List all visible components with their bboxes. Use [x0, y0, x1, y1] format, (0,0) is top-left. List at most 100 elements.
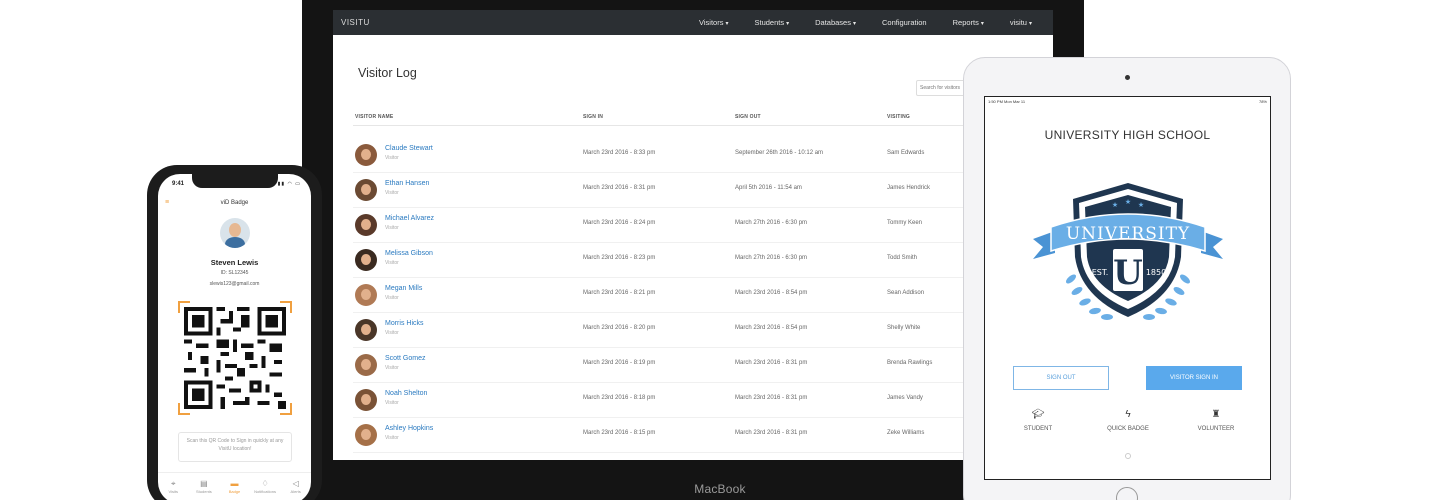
visitor-name-link[interactable]: Melissa Gibson [385, 250, 433, 257]
sign-out-time: April 5th 2016 - 11:54 am [735, 185, 802, 191]
nav-reports[interactable]: Reports ▾ [940, 18, 997, 27]
nav-databases-label: Databases [815, 18, 851, 27]
qr-hint-text: Scan this QR Code to Sign in quickly at … [178, 432, 292, 462]
option-volunteer[interactable]: ♜ VOLUNTEER [1186, 409, 1246, 432]
table-row[interactable]: Melissa Gibson Visitor March 23rd 2016 -… [353, 243, 1053, 278]
avatar [355, 319, 377, 341]
visitor-name-link[interactable]: Michael Alvarez [385, 215, 434, 222]
nav-account[interactable]: visitu ▾ [997, 18, 1045, 27]
table-row[interactable]: Scott Gomez Visitor March 23rd 2016 - 8:… [353, 348, 1053, 383]
option-label: VOLUNTEER [1197, 426, 1235, 432]
visitor-name-link[interactable]: Megan Mills [385, 285, 422, 292]
nav-databases[interactable]: Databases ▾ [802, 18, 869, 27]
card-icon: ▤ [200, 479, 208, 488]
svg-text:★: ★ [1138, 201, 1144, 209]
table-header: VISITOR NAME SIGN IN SIGN OUT VISITING [353, 114, 1053, 126]
sign-in-time: March 23rd 2016 - 8:23 pm [583, 255, 656, 261]
sign-out-time: September 26th 2016 - 10:12 am [735, 150, 824, 156]
option-quick-badge[interactable]: ϟ QUICK BADGE [1098, 409, 1158, 432]
visiting-name: Todd Smith [887, 255, 918, 261]
crest-year: 1850 [1146, 268, 1166, 277]
user-id: ID: SL12345 [220, 270, 249, 276]
nav-students[interactable]: Students ▾ [741, 18, 802, 27]
visitor-name-link[interactable]: Ashley Hopkins [385, 425, 433, 432]
svg-text:★: ★ [1112, 201, 1118, 209]
crest-banner-text: UNIVERSITY [1066, 224, 1190, 244]
sign-in-time: March 23rd 2016 - 8:33 pm [583, 150, 656, 156]
sign-out-time: March 27th 2016 - 6:30 pm [735, 255, 808, 261]
top-navbar: VISITU Visitors ▾ Students ▾ Databases ▾ Co… [333, 10, 1053, 35]
page-indicator-dot [1125, 453, 1131, 459]
phone-notch [192, 174, 278, 188]
visitor-type: Visitor [385, 155, 399, 161]
nav-menu: Visitors ▾ Students ▾ Databases ▾ Configura… [686, 18, 1045, 27]
chevron-down-icon: ▾ [980, 21, 984, 27]
sign-in-time: March 23rd 2016 - 8:20 pm [583, 325, 656, 331]
col-visitor-name[interactable]: VISITOR NAME [355, 114, 393, 120]
table-row[interactable]: Noah Shelton Visitor March 23rd 2016 - 8… [353, 383, 1053, 418]
visiting-name: Sam Edwards [887, 150, 925, 156]
visitor-type: Visitor [385, 190, 399, 196]
nav-configuration-label: Configuration [881, 18, 927, 27]
laptop-screen: VISITU Visitors ▾ Students ▾ Databases ▾ Co… [333, 10, 1053, 460]
sign-out-time: March 23rd 2016 - 8:54 pm [735, 325, 808, 331]
table-row[interactable]: Ashley Hopkins Visitor March 23rd 2016 -… [353, 418, 1053, 453]
pin-icon: ⌖ [171, 479, 176, 488]
visitor-name-link[interactable]: Ethan Hansen [385, 180, 429, 187]
visitor-table: VISITOR NAME SIGN IN SIGN OUT VISITING C… [353, 114, 1053, 453]
visitor-sign-in-button[interactable]: VISITOR SIGN IN [1146, 366, 1242, 390]
tab-label: Alerts [290, 489, 301, 494]
nav-visitors[interactable]: Visitors ▾ [686, 18, 741, 27]
trophy-icon: ♜ [1211, 409, 1221, 420]
visitor-type: Visitor [385, 435, 399, 441]
sign-out-button[interactable]: SIGN OUT [1013, 366, 1109, 390]
col-sign-out[interactable]: SIGN OUT [735, 114, 761, 120]
phone-screen: 9:41 ▮▮ ◠ ▭ ≡ viD Badge Steven Lewis ID:… [158, 174, 311, 500]
table-row[interactable]: Claude Stewart Visitor March 23rd 2016 -… [353, 138, 1053, 173]
visitor-name-link[interactable]: Scott Gomez [385, 355, 425, 362]
option-label: STUDENT [1023, 426, 1053, 432]
school-crest-logo: ★ ★ ★ UNIVERSITY U EST. 1850 [1033, 183, 1223, 320]
visitor-type: Visitor [385, 225, 399, 231]
brand-logo[interactable]: VISITU [341, 18, 370, 27]
visiting-name: Shelly White [887, 325, 921, 331]
col-sign-in[interactable]: SIGN IN [583, 114, 603, 120]
tab-label: Students [195, 489, 212, 494]
visitor-name-link[interactable]: Morris Hicks [385, 320, 424, 327]
nav-account-label: visitu [1009, 18, 1027, 27]
tab-visits[interactable]: ⌖ Visits [159, 479, 187, 494]
visitor-type: Visitor [385, 295, 399, 301]
tab-students[interactable]: ▤ Students [190, 479, 218, 494]
nav-students-label: Students [754, 18, 785, 27]
bell-icon: ♢ [261, 479, 269, 488]
col-visiting[interactable]: VISITING [887, 114, 910, 120]
sign-in-time: March 23rd 2016 - 8:18 pm [583, 395, 656, 401]
sign-out-time: March 23rd 2016 - 8:31 pm [735, 430, 808, 436]
visitor-name-link[interactable]: Claude Stewart [385, 145, 433, 152]
visitor-type: Visitor [385, 365, 399, 371]
tab-badge[interactable]: ▬ Badge [220, 479, 248, 494]
visiting-name: Brenda Rawlings [887, 360, 933, 366]
graduation-cap-icon: 🎓︎ [1031, 409, 1045, 420]
visitor-type: Visitor [385, 400, 399, 406]
table-row[interactable]: Morris Hicks Visitor March 23rd 2016 - 8… [353, 313, 1053, 348]
visiting-name: Zeke Williams [887, 430, 925, 436]
sign-out-time: March 23rd 2016 - 8:31 pm [735, 395, 808, 401]
visiting-name: Sean Addison [887, 290, 925, 296]
tab-alerts[interactable]: ◁ Alerts [282, 479, 310, 494]
sign-out-time: March 27th 2016 - 6:30 pm [735, 220, 808, 226]
table-row[interactable]: Michael Alvarez Visitor March 23rd 2016 … [353, 208, 1053, 243]
sign-in-time: March 23rd 2016 - 8:31 pm [583, 185, 656, 191]
avatar [355, 389, 377, 411]
table-row[interactable]: Ethan Hansen Visitor March 23rd 2016 - 8… [353, 173, 1053, 208]
option-student[interactable]: 🎓︎ STUDENT [1008, 409, 1068, 432]
table-row[interactable]: Megan Mills Visitor March 23rd 2016 - 8:… [353, 278, 1053, 313]
svg-text:★: ★ [1125, 198, 1131, 206]
tab-notifications[interactable]: ♢ Notifications [251, 479, 279, 494]
visitor-name-link[interactable]: Noah Shelton [385, 390, 427, 397]
tablet-screen: 1:50 PM Mon Mar 11 78% UNIVERSITY HIGH S… [984, 96, 1271, 480]
chevron-down-icon: ▾ [1028, 21, 1032, 27]
nav-configuration[interactable]: Configuration [869, 18, 940, 27]
phone-title: viD Badge [220, 200, 249, 206]
sign-in-time: March 23rd 2016 - 8:24 pm [583, 220, 656, 226]
